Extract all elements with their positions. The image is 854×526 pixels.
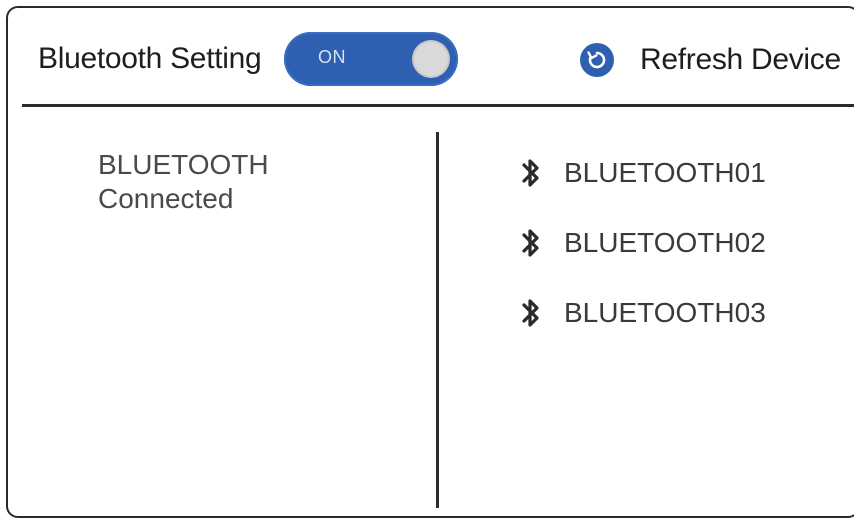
device-label: BLUETOOTH01 <box>564 157 766 188</box>
device-label: BLUETOOTH02 <box>564 227 766 258</box>
refresh-icon <box>580 43 614 77</box>
connection-status-state: Connected <box>98 183 234 214</box>
refresh-device-button[interactable]: Refresh Device <box>580 38 841 82</box>
header: Bluetooth Setting ON Refresh Device <box>8 8 854 106</box>
device-label: BLUETOOTH03 <box>564 297 766 328</box>
bluetooth-icon <box>522 299 539 327</box>
page-title: Bluetooth Setting <box>38 42 262 75</box>
device-list: BLUETOOTH01 BLUETOOTH02 BLUETOOTH03 <box>520 154 766 364</box>
bluetooth-icon <box>522 159 539 187</box>
connection-status: BLUETOOTH Connected <box>98 148 269 216</box>
column-divider <box>436 132 439 508</box>
device-item-bluetooth02[interactable]: BLUETOOTH02 <box>520 224 766 294</box>
toggle-label: ON <box>318 47 346 67</box>
bluetooth-toggle[interactable]: ON <box>284 32 458 86</box>
device-item-bluetooth03[interactable]: BLUETOOTH03 <box>520 294 766 364</box>
connection-status-device: BLUETOOTH <box>98 149 269 180</box>
device-item-bluetooth01[interactable]: BLUETOOTH01 <box>520 154 766 224</box>
header-divider <box>22 104 854 107</box>
bluetooth-icon <box>522 229 539 257</box>
bluetooth-settings-panel: Bluetooth Setting ON Refresh Device BLUE… <box>6 6 854 518</box>
toggle-knob[interactable] <box>414 42 448 76</box>
refresh-device-label: Refresh Device <box>640 43 841 76</box>
